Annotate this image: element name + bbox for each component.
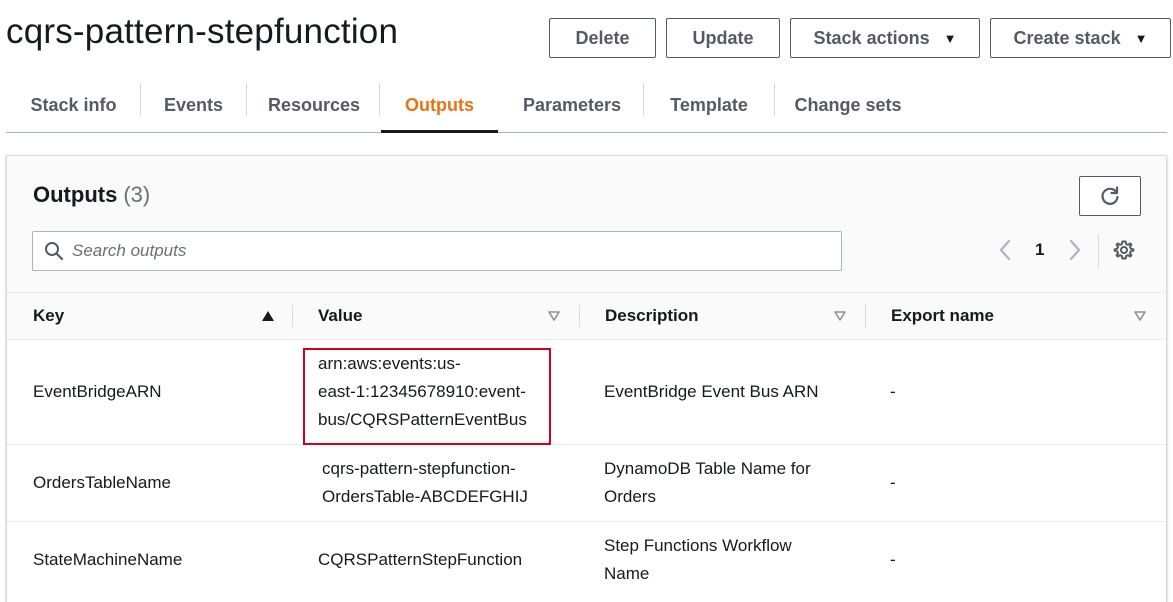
sort-icon[interactable] xyxy=(1133,310,1147,322)
outputs-count: (3) xyxy=(123,182,151,207)
tab-parameters[interactable]: Parameters xyxy=(512,80,632,130)
previous-page-icon[interactable] xyxy=(997,238,1013,262)
outputs-panel: Outputs(3) 1 Key Value xyxy=(6,155,1167,602)
output-description: Step Functions Workflow Name xyxy=(604,532,792,588)
output-value: cqrs-pattern-stepfunction- OrdersTable-A… xyxy=(322,455,528,511)
table-row: EventBridgeARN arn:aws:events:us- east-1… xyxy=(7,340,1166,445)
tab-outputs[interactable]: Outputs xyxy=(381,80,498,130)
tab-bar: Stack info Events Resources Outputs Para… xyxy=(6,70,1167,133)
caret-down-icon: ▼ xyxy=(1134,30,1148,46)
tab-resources[interactable]: Resources xyxy=(258,80,370,130)
output-description: EventBridge Event Bus ARN xyxy=(604,382,819,401)
column-divider xyxy=(579,305,580,327)
page-title: cqrs-pattern-stepfunction xyxy=(6,12,399,51)
stack-actions-button[interactable]: Stack actions ▼ xyxy=(790,18,980,58)
column-divider xyxy=(292,305,293,327)
stack-actions-label: Stack actions xyxy=(813,27,930,48)
delete-button-label: Delete xyxy=(575,27,630,48)
output-export-name: - xyxy=(890,382,896,401)
update-button[interactable]: Update xyxy=(666,18,780,58)
tab-events[interactable]: Events xyxy=(151,80,236,130)
outputs-panel-header xyxy=(7,156,1166,292)
output-description-line: Orders xyxy=(604,487,656,506)
tab-divider xyxy=(643,83,644,116)
tab-divider xyxy=(140,83,141,116)
output-key: EventBridgeARN xyxy=(33,382,162,401)
outputs-heading: Outputs (3) xyxy=(33,182,150,208)
search-input[interactable] xyxy=(72,241,832,261)
tab-template[interactable]: Template xyxy=(655,80,763,130)
gear-icon[interactable] xyxy=(1113,239,1135,261)
table-header: Key Value Description Export name xyxy=(7,292,1166,340)
output-export-name: - xyxy=(890,550,896,569)
output-value-line: cqrs-pattern-stepfunction- xyxy=(322,459,516,478)
tab-stack-info[interactable]: Stack info xyxy=(16,80,131,130)
outputs-title: Outputs xyxy=(33,182,118,207)
sort-icon[interactable] xyxy=(547,310,561,322)
table-row: StateMachineName CQRSPatternStepFunction… xyxy=(7,522,1166,602)
refresh-button[interactable] xyxy=(1079,176,1141,216)
search-icon xyxy=(45,242,64,261)
output-description-line: Name xyxy=(604,564,650,583)
tab-divider xyxy=(774,83,775,116)
output-description: DynamoDB Table Name for Orders xyxy=(604,455,811,511)
column-header-value[interactable]: Value xyxy=(318,293,362,339)
create-stack-label: Create stack xyxy=(1013,27,1121,48)
column-header-key[interactable]: Key xyxy=(33,293,64,339)
sort-ascending-icon[interactable] xyxy=(261,310,275,322)
page-number[interactable]: 1 xyxy=(1035,240,1044,260)
create-stack-button[interactable]: Create stack ▼ xyxy=(990,18,1171,58)
refresh-icon xyxy=(1101,186,1119,205)
output-description-line: DynamoDB Table Name for xyxy=(604,459,811,478)
column-divider xyxy=(865,305,866,327)
delete-button[interactable]: Delete xyxy=(549,18,656,58)
output-description-line: Step Functions Workflow xyxy=(604,536,792,555)
output-value-line: OrdersTable-ABCDEFGHIJ xyxy=(322,487,528,506)
tab-divider xyxy=(246,83,247,116)
column-header-description[interactable]: Description xyxy=(605,293,699,339)
search-box xyxy=(32,231,842,271)
column-header-export-name[interactable]: Export name xyxy=(891,293,994,339)
table-row: OrdersTableName cqrs-pattern-stepfunctio… xyxy=(7,445,1166,522)
update-button-label: Update xyxy=(692,27,754,48)
next-page-icon[interactable] xyxy=(1067,238,1083,262)
output-value: CQRSPatternStepFunction xyxy=(318,550,523,569)
output-key: StateMachineName xyxy=(33,550,183,569)
highlight-box xyxy=(303,348,551,445)
output-key: OrdersTableName xyxy=(33,473,171,492)
active-tab-indicator xyxy=(381,130,498,133)
sort-icon[interactable] xyxy=(833,310,847,322)
tab-divider xyxy=(379,83,380,116)
tab-change-sets[interactable]: Change sets xyxy=(786,80,910,130)
caret-down-icon: ▼ xyxy=(943,30,957,46)
output-export-name: - xyxy=(890,473,896,492)
pager-divider xyxy=(1098,234,1099,268)
